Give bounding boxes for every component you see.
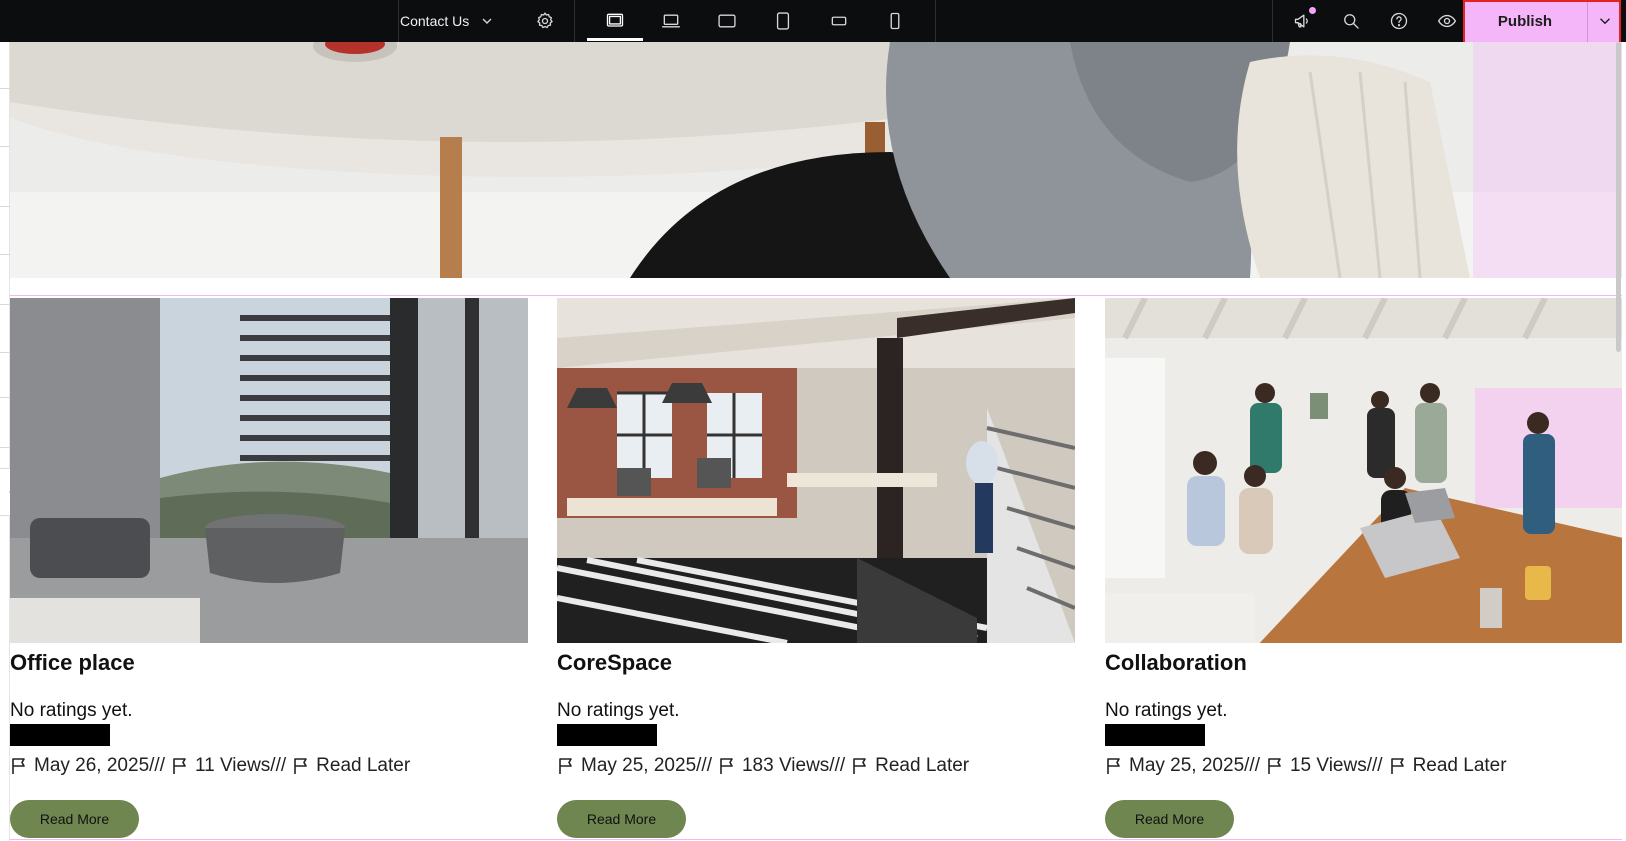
help-icon (1390, 12, 1408, 30)
tablet-landscape-icon (718, 14, 736, 28)
post-meta: May 26, 2025/// 11 Views/// Read Later (10, 755, 416, 777)
device-mobile-portrait-button[interactable] (883, 9, 907, 33)
ruler-tick (0, 254, 10, 255)
post-thumbnail[interactable] (1105, 298, 1622, 643)
post-title[interactable]: CoreSpace (557, 650, 672, 676)
mobile-landscape-icon (831, 16, 847, 26)
ruler-tick (0, 146, 10, 147)
post-views: 15 Views/// (1289, 755, 1383, 776)
device-tablet-portrait-button[interactable] (771, 9, 795, 33)
editor-top-bar: Contact Us Publish (0, 0, 1626, 42)
help-button[interactable] (1387, 9, 1411, 33)
post-date: May 25, 2025/// (1129, 755, 1260, 776)
ruler-tick (0, 304, 10, 305)
chevron-down-icon (1599, 18, 1610, 25)
ruler-tick (0, 447, 10, 448)
ruler-tick (0, 397, 10, 398)
device-desktop-button[interactable] (603, 9, 627, 33)
post-title[interactable]: Collaboration (1105, 650, 1247, 676)
post-card: Office place No ratings yet. May 26, 202… (10, 298, 528, 838)
hero-image (10, 42, 1622, 278)
divider (398, 0, 399, 42)
notification-dot (1309, 7, 1316, 14)
page-name: Contact Us (400, 13, 470, 29)
post-thumbnail[interactable] (557, 298, 1075, 643)
flag-icon (851, 756, 871, 776)
redacted-block (1105, 724, 1205, 746)
page-canvas: Office place No ratings yet. May 26, 202… (10, 42, 1622, 841)
post-meta: May 25, 2025/// 15 Views/// Read Later (1105, 755, 1513, 777)
publish-options-button[interactable] (1588, 0, 1621, 42)
publish-button[interactable]: Publish (1463, 0, 1587, 42)
flag-icon (1389, 756, 1409, 776)
read-more-button[interactable]: Read More (557, 800, 686, 838)
canvas-scrollbar[interactable] (1614, 42, 1622, 841)
post-card: CoreSpace No ratings yet. May 25, 2025//… (557, 298, 1075, 838)
read-later-link[interactable]: Read Later (875, 755, 969, 777)
preview-button[interactable] (1435, 9, 1459, 33)
read-more-button[interactable]: Read More (1105, 800, 1234, 838)
post-rating: No ratings yet. (10, 700, 133, 721)
scrollbar-thumb[interactable] (1616, 42, 1621, 352)
device-laptop-button[interactable] (659, 9, 683, 33)
ruler-tick (0, 206, 10, 207)
page-settings-button[interactable] (533, 9, 557, 33)
post-title[interactable]: Office place (10, 650, 135, 676)
device-tablet-landscape-button[interactable] (715, 9, 739, 33)
ruler-tick (0, 352, 10, 353)
eye-icon (1438, 14, 1456, 28)
megaphone-icon (1294, 14, 1308, 28)
publish-group: Publish (1463, 0, 1621, 42)
divider (574, 0, 575, 42)
section-guide-line (10, 839, 1622, 840)
redacted-block (557, 724, 657, 746)
read-more-button[interactable]: Read More (10, 800, 139, 838)
post-views: 11 Views/// (194, 755, 287, 776)
flag-icon (1105, 756, 1125, 776)
flag-icon (171, 756, 191, 776)
laptop-icon (662, 14, 680, 28)
divider (935, 0, 936, 42)
post-rating: No ratings yet. (1105, 700, 1228, 721)
read-later-link[interactable]: Read Later (316, 755, 410, 777)
ruler-tick (0, 88, 10, 89)
post-rating: No ratings yet. (557, 700, 680, 721)
post-thumbnail[interactable] (10, 298, 528, 643)
gear-icon (537, 12, 553, 29)
active-device-indicator (587, 38, 643, 41)
desktop-icon (606, 13, 624, 27)
divider (1272, 0, 1273, 42)
tablet-portrait-icon (776, 12, 790, 30)
left-ruler (0, 42, 10, 841)
mobile-portrait-icon (890, 12, 900, 30)
notifications-button[interactable] (1291, 7, 1316, 33)
post-date: May 26, 2025/// (34, 755, 165, 776)
post-date: May 25, 2025/// (581, 755, 712, 776)
section-guide-line (10, 295, 1622, 296)
read-later-link[interactable]: Read Later (1413, 755, 1507, 777)
chevron-down-icon (482, 18, 492, 24)
page-selector[interactable]: Contact Us (400, 0, 495, 42)
redacted-block (10, 724, 110, 746)
flag-icon (292, 756, 312, 776)
post-card: Collaboration No ratings yet. May 25, 20… (1105, 298, 1622, 838)
search-icon (1344, 14, 1359, 29)
flag-icon (1266, 756, 1286, 776)
flag-icon (557, 756, 577, 776)
search-button[interactable] (1339, 9, 1363, 33)
device-mobile-landscape-button[interactable] (827, 9, 851, 33)
flag-icon (10, 756, 30, 776)
flag-icon (718, 756, 738, 776)
post-meta: May 25, 2025/// 183 Views/// Read Later (557, 755, 975, 777)
post-views: 183 Views/// (741, 755, 846, 776)
